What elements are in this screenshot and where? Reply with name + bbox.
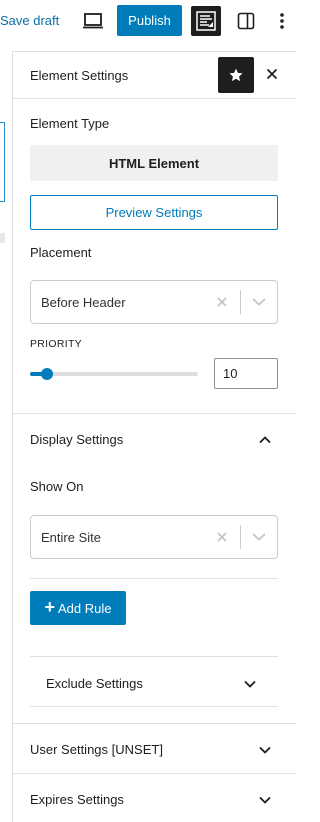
select-separator [240,525,241,549]
chevron-down-icon [257,792,273,808]
rule-divider [30,578,278,579]
preview-settings-button[interactable]: Preview Settings [30,195,278,230]
expires-settings-toggle[interactable]: Expires Settings [13,774,296,822]
priority-label: PRIORITY [30,338,82,350]
panel-header: Element Settings [13,52,296,99]
chevron-down-icon [257,742,273,758]
user-settings-toggle[interactable]: User Settings [UNSET] [13,724,296,774]
star-icon [229,68,243,82]
chevron-down-icon [242,676,258,692]
show-on-select-value: Entire Site [41,530,101,545]
exclude-settings-toggle[interactable]: Exclude Settings [30,657,278,705]
sidebar-toggle-icon [237,12,255,30]
display-settings-toggle[interactable]: Display Settings [13,414,296,464]
placement-select-value: Before Header [41,295,126,310]
show-on-label: Show On [30,479,84,494]
more-options-button[interactable] [274,10,290,32]
exclude-settings-title: Exclude Settings [46,676,143,691]
placement-select[interactable]: Before Header [30,280,278,324]
user-settings-title: User Settings [UNSET] [30,742,163,757]
priority-input[interactable] [214,358,278,389]
more-vertical-icon [280,13,284,29]
publish-button[interactable]: Publish [117,5,182,36]
pin-star-button[interactable] [218,57,254,93]
chevron-down-icon[interactable] [249,529,269,545]
display-settings-title: Display Settings [30,432,124,447]
select-separator [240,290,241,314]
generatepress-plugin-button[interactable] [191,6,221,36]
plus-icon: + [44,597,56,617]
canvas-block-fragment [0,233,5,243]
add-rule-label: Add Rule [58,600,112,616]
exclude-bottom-divider [30,706,278,707]
close-icon [266,68,278,80]
add-rule-button[interactable]: + Add Rule [30,591,126,625]
sidebar-toggle-button[interactable] [235,10,257,32]
clear-icon[interactable] [214,294,230,310]
clear-icon[interactable] [214,529,230,545]
close-panel-button[interactable] [262,64,282,84]
show-on-select[interactable]: Entire Site [30,515,278,559]
chevron-up-icon [257,432,273,448]
chevron-down-icon[interactable] [249,294,269,310]
panel-title: Element Settings [30,68,129,83]
element-settings-panel: Element Settings Element Type HTML Eleme… [12,51,296,822]
placement-label: Placement [30,245,92,260]
element-type-label: Element Type [30,116,110,131]
generatepress-icon [196,11,216,31]
desktop-icon [83,13,103,29]
canvas-block-outline[interactable] [0,122,5,202]
save-draft-button[interactable]: Save draft [0,13,59,28]
expires-settings-title: Expires Settings [30,792,124,807]
editor-toolbar: Save draft Publish [0,0,296,44]
preview-button[interactable] [80,9,106,33]
priority-slider[interactable] [30,368,198,380]
element-type-value: HTML Element [30,145,278,181]
priority-slider-thumb[interactable] [41,368,53,380]
